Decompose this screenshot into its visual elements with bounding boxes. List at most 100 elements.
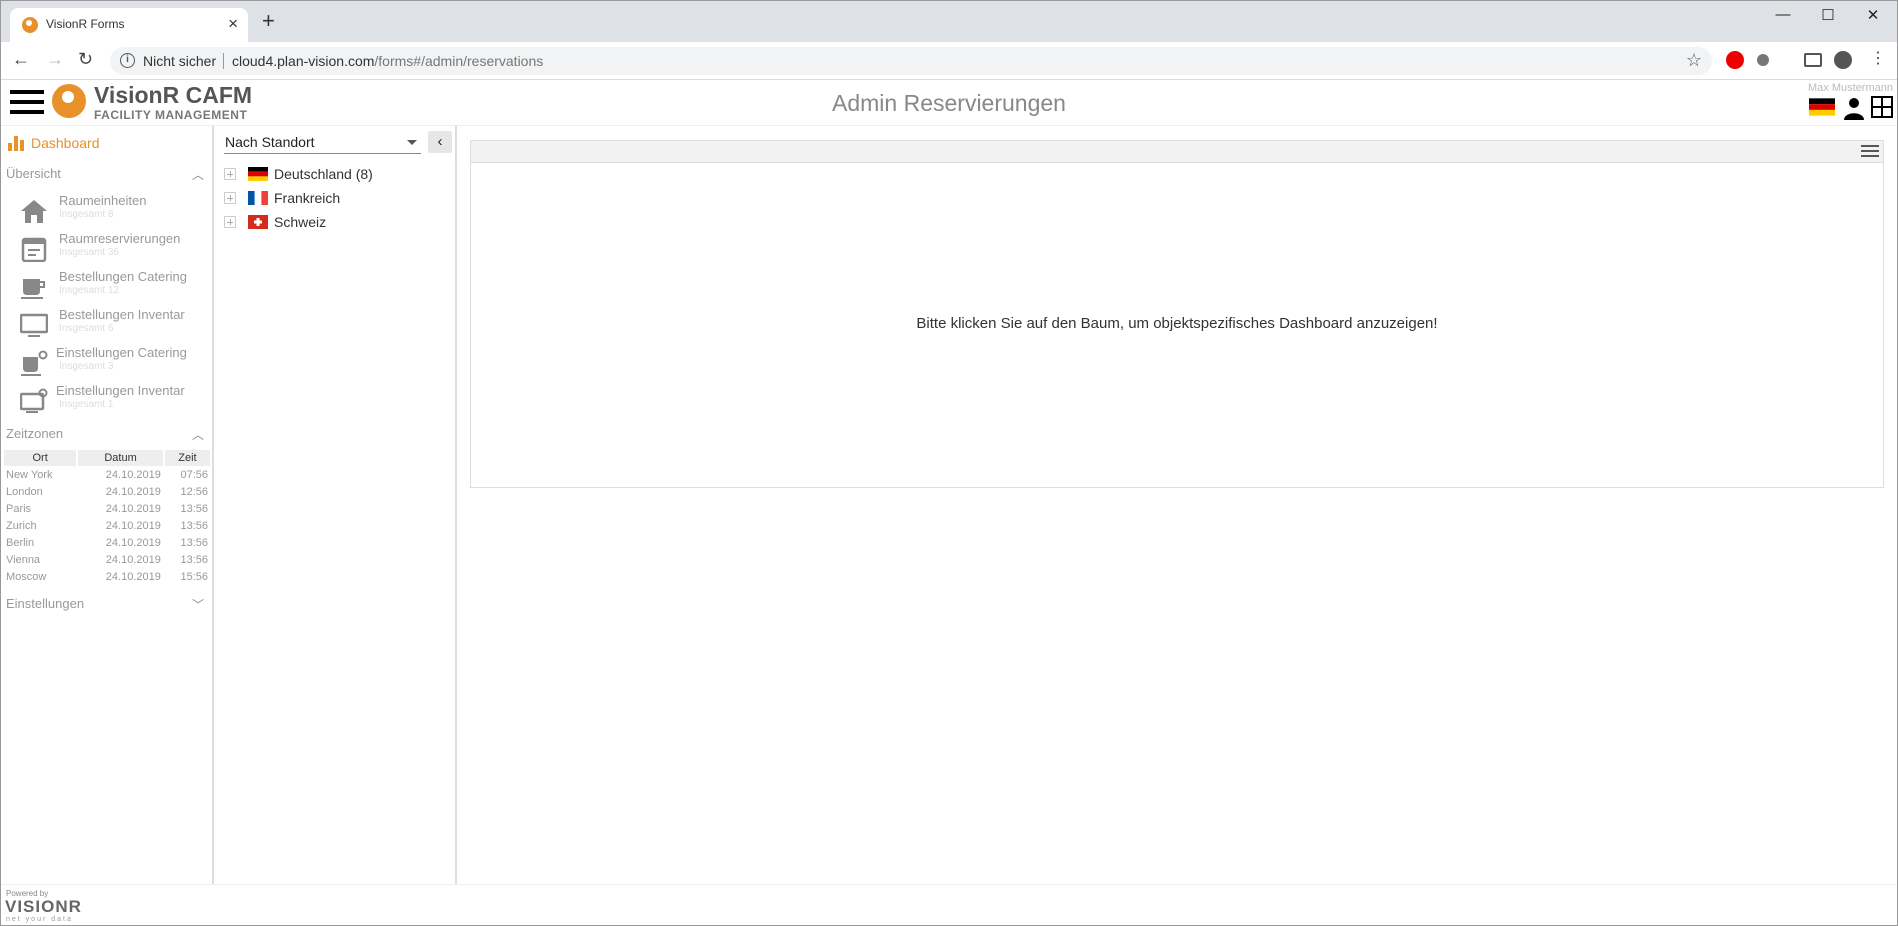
monitor-icon [20,313,48,337]
forward-icon[interactable]: → [46,49,64,70]
time: 13:56 [180,536,208,549]
bar-chart-icon [8,136,24,151]
cup-icon [21,279,45,299]
cup-gear-icon [21,350,48,376]
menu-icon[interactable] [1861,145,1879,159]
opera-extension-icon[interactable] [1726,51,1744,69]
sidebar-item-raumreservierungen[interactable]: Raumreservierungen Insgesamt 36 [20,230,210,266]
card-toolbar [471,141,1883,163]
url-text[interactable]: cloud4.plan-vision.com/forms#/admin/rese… [232,53,543,69]
calendar-icon [21,237,47,262]
reload-icon[interactable]: ↻ [78,49,93,70]
time: 07:56 [180,468,208,481]
sidebar-item-label: Raumreservierungen [59,231,181,246]
sidebar-item-bestellungen-catering[interactable]: Bestellungen Catering Insgesamt 12 [20,268,210,304]
sidebar-item-count: Insgesamt 1 [59,399,114,410]
sidebar-item-label: Raumeinheiten [59,193,147,208]
collapse-panel-button[interactable]: ‹ [428,131,452,153]
table-row: London 24.10.2019 12:56 [4,483,210,500]
back-icon[interactable]: ← [12,49,30,70]
sidebar-item-einstellungen-catering[interactable]: Einstellungen Catering Insgesamt 3 [20,344,210,380]
flag-fr-icon [248,191,268,205]
sidebar-item-count: Insgesamt 12 [59,285,120,296]
footer-logo: VISIONR [5,897,82,916]
city: Paris [6,502,32,515]
visionr-favicon-icon [22,17,38,33]
date: 24.10.2019 [105,502,161,515]
tree-node-label[interactable]: Frankreich [274,190,340,206]
sidebar-item-raumeinheiten[interactable]: Raumeinheiten Insgesamt 8 [20,192,210,228]
bookmark-star-icon[interactable]: ☆ [1686,50,1702,71]
time: 15:56 [180,570,208,583]
column-header-ort: Ort [4,450,77,466]
sidebar-item-einstellungen-inventar[interactable]: Einstellungen Inventar Insgesamt 1 [20,382,210,418]
empty-state-message: Bitte klicken Sie auf den Baum, um objek… [916,315,1438,332]
tree-node-label[interactable]: Deutschland (8) [274,166,373,182]
city: Moscow [6,570,47,583]
expand-icon[interactable] [224,168,236,180]
monitor-gear-icon [20,388,48,413]
date: 24.10.2019 [105,519,161,532]
table-row: Vienna 24.10.2019 13:56 [4,551,210,568]
expand-icon[interactable] [224,192,236,204]
time: 13:56 [180,553,208,566]
city: Berlin [6,536,35,549]
table-row: Moscow 24.10.2019 15:56 [4,568,210,585]
timezone-table: Ort Datum Zeit New York 24.10.2019 07:56 L… [2,450,212,585]
tree-node-label[interactable]: Schweiz [274,214,326,230]
sidebar-item-bestellungen-inventar[interactable]: Bestellungen Inventar Insgesamt 6 [20,306,210,342]
sidebar-item-label: Bestellungen Inventar [59,307,185,322]
sidebar-item-label: Einstellungen Catering [56,345,187,360]
section-overview-header[interactable]: Übersicht ︿ [6,166,210,183]
app-header: VisionR CAFM FACILITY MANAGEMENT Admin R… [0,80,1898,126]
tab-close-icon[interactable]: × [228,14,238,34]
chevron-up-icon[interactable]: ︿ [192,426,204,443]
visionr-logo-icon [52,84,86,118]
table-row: Zurich 24.10.2019 13:56 [4,517,210,534]
city: Zurich [6,519,37,532]
extension-icon[interactable] [1757,54,1769,66]
section-title: Einstellungen [6,596,85,611]
chevron-down-icon[interactable]: ﹀ [192,596,204,613]
section-settings-header[interactable]: Einstellungen ﹀ [6,596,210,613]
brand-subtitle: FACILITY MANAGEMENT [94,108,248,122]
hamburger-menu-icon[interactable] [10,90,44,116]
sidebar-item-label: Einstellungen Inventar [56,383,185,398]
browser-menu-icon[interactable]: ⋮ [1870,48,1886,68]
table-row: New York 24.10.2019 07:56 [4,466,210,483]
home-icon [21,200,47,223]
info-icon[interactable]: i [120,53,135,68]
sidebar-item-count: Insgesamt 36 [59,247,120,258]
table-row: Paris 24.10.2019 13:56 [4,500,210,517]
user-icon[interactable] [1842,96,1866,120]
dashboard-card: Bitte klicken Sie auf den Baum, um objek… [470,140,1884,488]
sidebar-item-count: Insgesamt 3 [59,361,114,372]
city: London [6,485,43,498]
table-row: Berlin 24.10.2019 13:56 [4,534,210,551]
sidebar-item-count: Insgesamt 8 [59,209,114,220]
sidebar: Dashboard Übersicht ︿ Raumeinheiten Insg… [0,126,214,884]
browser-tab[interactable]: VisionR Forms × [10,8,248,42]
language-flag-de-icon[interactable] [1809,98,1835,116]
section-timezones-header[interactable]: Zeitzonen ︿ [6,426,210,443]
app-grid-icon[interactable] [1871,96,1893,118]
sidebar-item-label: Dashboard [31,135,100,151]
username: Max Mustermann [1808,82,1893,94]
expand-icon[interactable] [224,216,236,228]
sidebar-item-count: Insgesamt 6 [59,323,114,334]
chevron-up-icon[interactable]: ︿ [192,166,204,183]
maximize-icon[interactable]: ☐ [1813,6,1843,24]
address-bar[interactable]: i Nicht sicher cloud4.plan-vision.com/fo… [110,47,1712,75]
flag-de-icon [248,167,268,181]
date: 24.10.2019 [105,485,161,498]
window-close-icon[interactable]: ✕ [1858,6,1888,24]
minimize-icon[interactable]: — [1768,6,1798,23]
tree-filter-select[interactable]: Nach Standort [224,130,421,154]
date: 24.10.2019 [105,468,161,481]
cast-icon[interactable] [1804,53,1822,67]
tree-panel: Nach Standort ‹ Deutschland (8) Frankrei… [216,126,457,884]
profile-icon[interactable] [1834,51,1852,69]
dropdown-arrow-icon[interactable] [407,140,417,145]
date: 24.10.2019 [105,536,161,549]
new-tab-icon[interactable]: + [262,10,275,32]
